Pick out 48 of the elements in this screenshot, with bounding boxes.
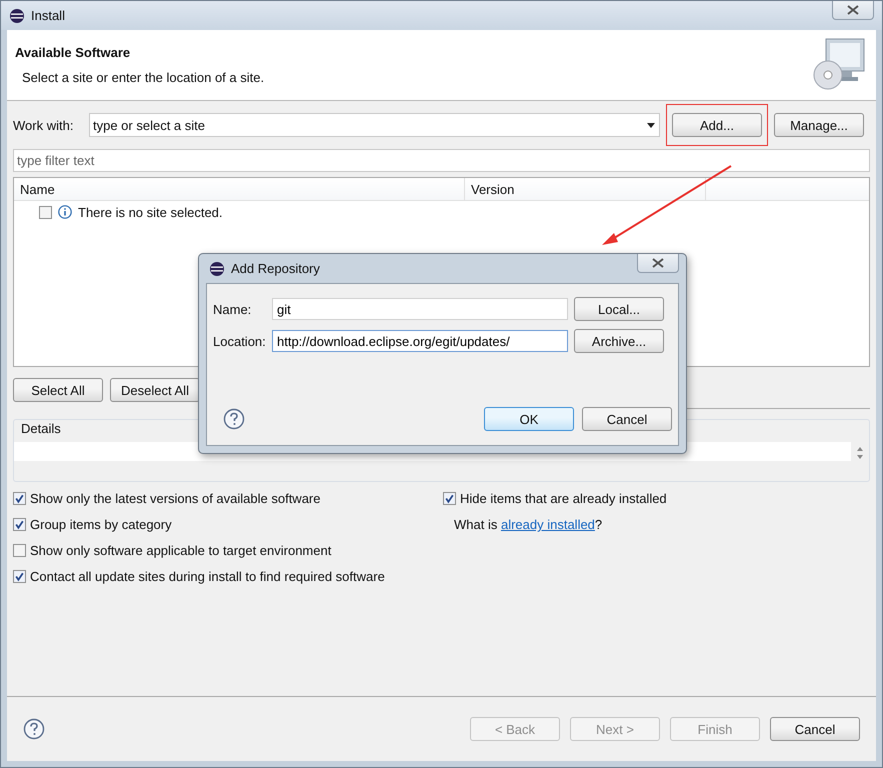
dropdown-arrow-icon	[647, 123, 655, 128]
help-icon[interactable]	[23, 718, 45, 740]
dialog-title: Add Repository	[231, 261, 320, 276]
dialog-button[interactable]: Cancel	[582, 407, 672, 431]
details-label: Details	[21, 421, 61, 436]
field-label: Location:	[213, 334, 267, 348]
selection-button[interactable]: Deselect All	[110, 378, 200, 402]
site-combo-box[interactable]: type or select a site	[89, 113, 660, 137]
option-checkbox[interactable]	[13, 518, 26, 531]
option-label: Contact all update sites during install to find required software	[30, 569, 385, 584]
column-header[interactable]: Version	[465, 178, 706, 200]
browse-button[interactable]: Local...	[574, 297, 664, 321]
input-field[interactable]: http://download.eclipse.org/egit/updates/	[272, 330, 568, 352]
selection-button[interactable]: Select All	[13, 378, 103, 402]
close-button[interactable]	[832, 1, 874, 20]
row-checkbox[interactable]	[39, 206, 52, 218]
table-cell: There is no site selected.	[78, 204, 223, 220]
browse-button[interactable]: Archive...	[574, 329, 664, 353]
wizard-button[interactable]: Cancel	[770, 717, 860, 741]
close-icon	[847, 5, 859, 15]
input-field[interactable]: git	[272, 298, 568, 320]
page-description: Select a site or enter the location of a site.	[21, 70, 264, 85]
option-checkbox[interactable]	[13, 544, 26, 557]
help-icon[interactable]	[223, 408, 245, 430]
work-with-label: Work with:	[13, 118, 74, 132]
field-label: Name:	[213, 302, 252, 316]
column-header[interactable]: Name	[14, 178, 465, 200]
option-label: Show only software applicable to target environment	[30, 543, 332, 558]
close-icon	[652, 258, 664, 268]
scroll-arrows-icon	[856, 446, 864, 460]
option-checkbox[interactable]	[13, 492, 26, 505]
option-checkbox[interactable]	[443, 492, 456, 505]
site-button[interactable]: Add...	[672, 113, 762, 137]
option-label: Show only the latest versions of available software	[30, 491, 320, 506]
eclipse-icon	[9, 8, 25, 24]
page-title: Available Software	[15, 45, 132, 60]
info-icon	[58, 205, 72, 219]
option-label: Hide items that are already installed	[460, 491, 667, 506]
filter-field[interactable]: type filter text	[13, 149, 870, 172]
close-button[interactable]	[637, 254, 679, 273]
option-checkbox[interactable]	[13, 570, 26, 583]
dialog-button[interactable]: OK	[484, 407, 574, 431]
option-label: Group items by category	[30, 517, 172, 532]
already-installed-link[interactable]: already installed	[500, 517, 595, 532]
installed-note: What is already installed?	[453, 516, 602, 533]
eclipse-icon	[209, 260, 225, 276]
window-title: Install	[31, 8, 65, 23]
site-button[interactable]: Manage...	[774, 113, 864, 137]
